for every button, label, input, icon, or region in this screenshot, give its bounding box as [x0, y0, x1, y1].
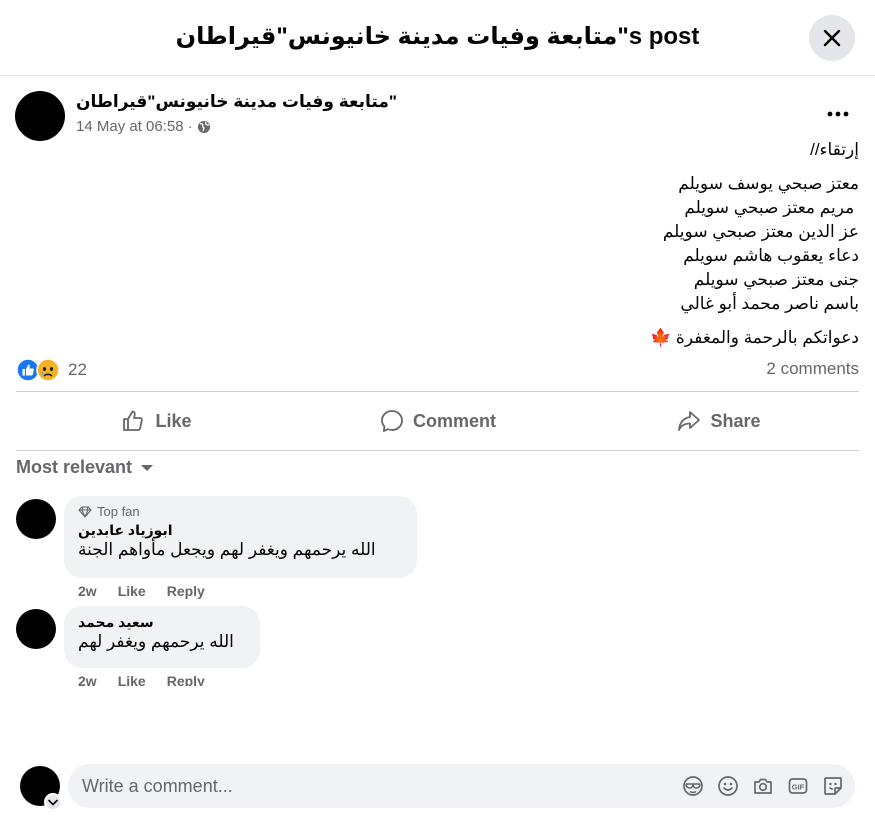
- post-actions: Like Comment Share: [16, 392, 859, 450]
- comment-sort-dropdown[interactable]: Most relevant: [16, 457, 154, 478]
- emoji-button[interactable]: [716, 774, 740, 798]
- globe-icon: [197, 120, 210, 133]
- more-horizontal-icon: [827, 111, 849, 117]
- reactions-bar: 22 2 comments: [16, 356, 859, 384]
- commenter-avatar[interactable]: [16, 609, 56, 649]
- comments-list: Top fan ابوزياد عابدين الله يرحمهم ويغفر…: [0, 486, 875, 686]
- meta-separator: ·: [187, 118, 193, 135]
- close-button[interactable]: [809, 15, 855, 61]
- caret-down-icon: [141, 464, 154, 471]
- sort-label: Most relevant: [16, 457, 133, 477]
- sticker-icon: [824, 777, 842, 795]
- photo-button[interactable]: [751, 774, 775, 798]
- reactions-count[interactable]: 22: [68, 360, 87, 380]
- like-outline-icon: [123, 410, 144, 431]
- comment-actions: 2w Like Reply: [78, 583, 205, 599]
- comment-actions: 2w Like Reply: [78, 673, 205, 686]
- comment-like-button[interactable]: Like: [118, 583, 146, 599]
- like-button[interactable]: Like: [16, 392, 297, 450]
- share-button[interactable]: Share: [578, 392, 859, 450]
- post-text: إرتقاء// معتز صبحي يوسف سويلم مريم معتز …: [159, 138, 859, 350]
- comment-author[interactable]: سعيد محمد: [78, 614, 246, 631]
- comment-button[interactable]: Comment: [297, 392, 578, 450]
- post-line: دعواتكم بالرحمة والمغفرة 🍁: [650, 328, 859, 347]
- emoji-icon: [718, 776, 738, 796]
- comment-label: Comment: [412, 410, 496, 431]
- comment-author[interactable]: ابوزياد عابدين: [78, 522, 403, 539]
- comment-reply-button[interactable]: Reply: [167, 673, 205, 686]
- comment-reply-button[interactable]: Reply: [167, 583, 205, 599]
- comment-bubble: Top fan ابوزياد عابدين الله يرحمهم ويغفر…: [64, 496, 417, 578]
- more-options-button[interactable]: [818, 100, 858, 128]
- divider: [16, 450, 859, 451]
- like-label: Like: [155, 410, 192, 431]
- top-fan-label: Top fan: [97, 504, 140, 519]
- gif-icon: GIF: [788, 778, 808, 794]
- avatar-sticker-icon: [683, 776, 703, 796]
- sticker-button[interactable]: [821, 774, 845, 798]
- comment-bubble: سعيد محمد الله يرحمهم ويغفر لهم: [64, 606, 260, 668]
- comment-time[interactable]: 2w: [78, 673, 97, 686]
- comment-icon: [381, 410, 403, 432]
- chevron-down-icon: [48, 799, 58, 806]
- post-line: عز الدين معتز صبحي سويلم: [662, 222, 859, 241]
- comments-count-link[interactable]: 2 comments: [766, 359, 859, 379]
- comment-text: الله يرحمهم ويغفر لهم: [78, 632, 234, 651]
- post-timestamp[interactable]: 14 May at 06:58: [76, 118, 184, 135]
- close-icon: [823, 29, 841, 47]
- camera-icon: [754, 778, 772, 794]
- share-label: Share: [710, 410, 761, 431]
- reaction-icons[interactable]: [16, 358, 62, 382]
- share-icon: [678, 411, 701, 431]
- dialog-title: متابعة وفيات مدينة خانيونس"قيراطان"s pos…: [175, 23, 700, 50]
- commenter-avatar[interactable]: [16, 499, 56, 539]
- post-line: باسم ناصر محمد أبو غالي: [680, 294, 859, 313]
- dialog-header: متابعة وفيات مدينة خانيونس"قيراطان"s pos…: [0, 0, 875, 76]
- post-line: مريم معتز صبحي سويلم: [684, 198, 859, 217]
- post-line: إرتقاء//: [810, 140, 859, 159]
- comment-input[interactable]: [82, 764, 642, 808]
- post-line: معتز صبحي يوسف سويلم: [678, 174, 859, 193]
- comment-text: الله يرحمهم ويغفر لهم ويجعل مأواهم الجنة: [78, 540, 376, 559]
- post-line: جنى معتز صبحي سويلم: [693, 270, 859, 289]
- gif-button[interactable]: GIF: [786, 774, 810, 798]
- page-name-link[interactable]: "متابعة وفيات مدينة خانيونس"قيراطان: [76, 92, 397, 112]
- account-switch-button[interactable]: [44, 793, 62, 811]
- avatar-sticker-button[interactable]: [681, 774, 705, 798]
- post-line: دعاء يعقوب هاشم سويلم: [683, 246, 859, 265]
- svg-text:GIF: GIF: [792, 783, 805, 792]
- top-fan-badge: Top fan: [78, 504, 403, 519]
- comment-composer: GIF: [68, 764, 855, 808]
- sad-icon: [36, 358, 60, 382]
- post-meta: 14 May at 06:58 ·: [76, 118, 211, 135]
- diamond-icon: [78, 505, 92, 518]
- comment-time[interactable]: 2w: [78, 583, 97, 599]
- composer-tools: GIF: [681, 774, 845, 798]
- comment-like-button[interactable]: Like: [118, 673, 146, 686]
- page-avatar[interactable]: [15, 91, 65, 141]
